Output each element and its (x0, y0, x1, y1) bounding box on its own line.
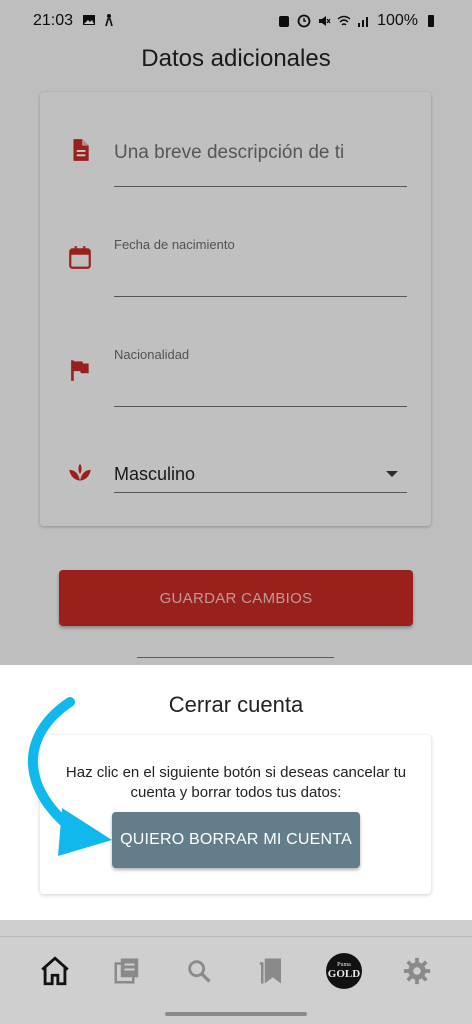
description-underline (114, 186, 407, 187)
save-changes-button[interactable]: GUARDAR CAMBIOS (59, 570, 413, 626)
search-icon (188, 960, 211, 983)
description-placeholder: Una breve descripción de ti (114, 142, 345, 163)
clock-icon (297, 14, 311, 28)
nav-gold[interactable]: Puma GOLD (326, 953, 362, 989)
accessibility-icon (105, 14, 113, 27)
nav-home[interactable] (37, 953, 73, 989)
battery-percent: 100% (377, 12, 418, 29)
delete-account-button[interactable]: QUIERO BORRAR MI CUENTA (112, 812, 360, 868)
bottom-nav: Puma GOLD (0, 945, 472, 999)
home-handle[interactable] (165, 1012, 307, 1016)
gold-badge-text: GOLD (327, 968, 361, 980)
chevron-down-icon (386, 471, 398, 477)
nav-settings[interactable] (399, 953, 435, 989)
section-divider (137, 657, 334, 658)
settings-icon (403, 957, 431, 985)
battery-icon (428, 15, 434, 27)
nav-library[interactable] (109, 953, 145, 989)
gender-lotus-icon (69, 463, 91, 481)
flag-icon (71, 360, 89, 381)
signal-icon (358, 17, 369, 27)
nav-bookmarks[interactable] (253, 953, 289, 989)
bookmarks-icon (259, 958, 281, 984)
close-account-title: Cerrar cuenta (168, 692, 304, 717)
gold-badge: Puma GOLD (326, 953, 362, 989)
close-account-message: Haz clic en el siguiente botón si deseas… (0, 763, 472, 803)
additional-data-card: Una breve descripción de ti Fecha de nac… (40, 92, 431, 526)
library-icon (114, 958, 139, 984)
status-bar: 21:03 100% (0, 0, 472, 44)
nationality-label: Nacionalidad (114, 347, 190, 362)
home-icon (41, 956, 69, 986)
birthdate-label: Fecha de nacimiento (114, 237, 235, 252)
close-account-message-text: Haz clic en el siguiente botón si deseas… (65, 764, 407, 801)
alarm-icon (279, 16, 290, 27)
additional-data-title: Datos adicionales (141, 45, 331, 72)
calendar-icon (69, 246, 91, 269)
document-icon (73, 139, 89, 161)
nav-divider (0, 936, 472, 937)
gender-value: Masculino (114, 464, 196, 484)
image-icon (83, 15, 95, 25)
nav-search[interactable] (181, 953, 217, 989)
wifi-icon (337, 15, 351, 26)
status-time: 21:03 (33, 12, 74, 29)
nationality-underline (114, 406, 407, 407)
gender-underline (114, 492, 407, 493)
mute-icon (319, 16, 331, 26)
birthdate-underline (114, 296, 407, 297)
